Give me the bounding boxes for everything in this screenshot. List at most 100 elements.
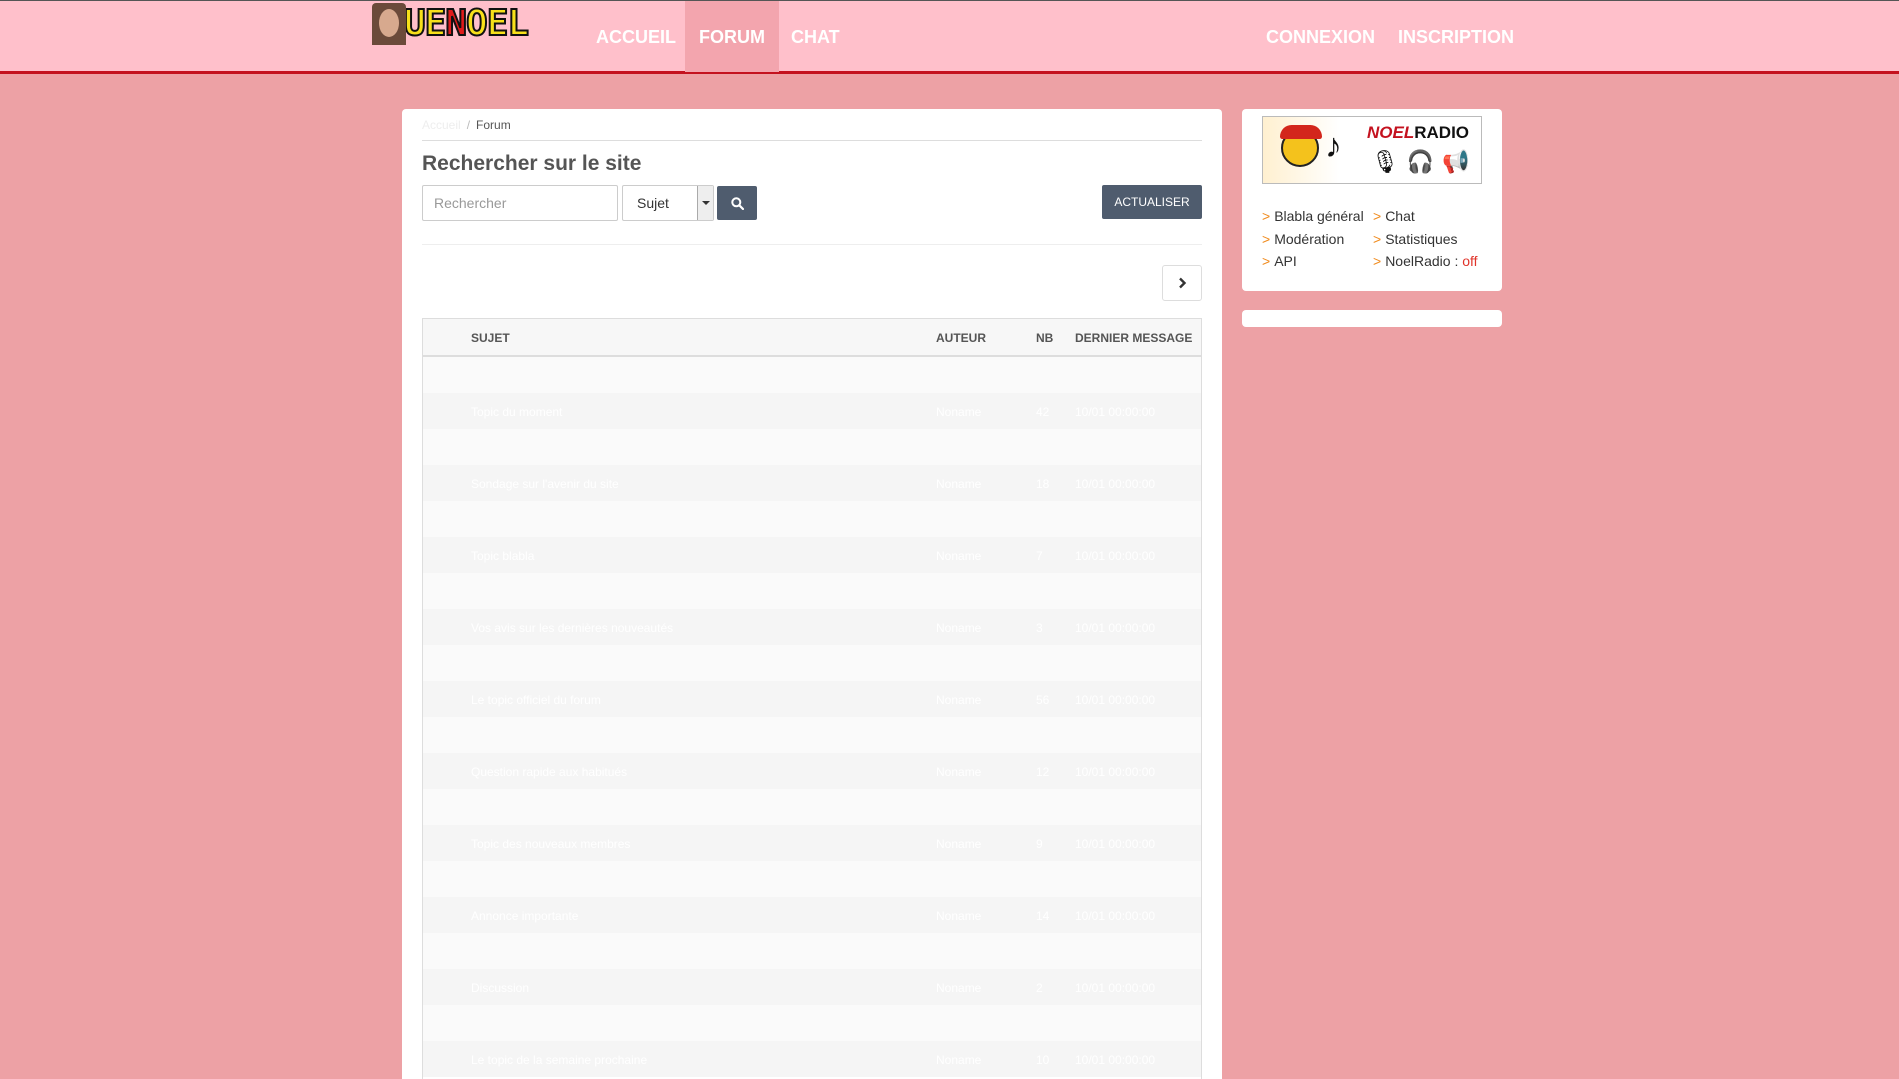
- topic-last-message: 10/01 00:00:00: [1075, 837, 1156, 851]
- nav-forum[interactable]: FORUM: [685, 1, 779, 72]
- topic-last-message: 10/01 00:00:00: [1075, 765, 1156, 779]
- topic-last-message: 10/01 00:00:00: [1075, 1053, 1156, 1067]
- topic-subject[interactable]: Annonce importante: [471, 909, 578, 923]
- search-scope-select[interactable]: Sujet: [622, 185, 714, 221]
- topic-count: 10: [1036, 1053, 1050, 1067]
- table-row[interactable]: [423, 645, 1201, 681]
- topic-subject[interactable]: Sondage sur l'avenir du site: [471, 477, 619, 491]
- chevron-down-icon[interactable]: [697, 186, 713, 220]
- sidebar-link-statistiques[interactable]: > Statistiques: [1373, 231, 1458, 247]
- col-subject[interactable]: SUJET: [471, 331, 510, 345]
- table-row[interactable]: [423, 501, 1201, 537]
- topic-author[interactable]: Noname: [936, 765, 981, 779]
- logo-wordmark: UENOEL: [403, 2, 530, 45]
- mic-headphones-megaphone-icon: 🎙🎧📢: [1371, 149, 1478, 174]
- search-icon: [730, 196, 744, 210]
- site-logo[interactable]: UENOEL: [372, 1, 572, 46]
- nav-accueil[interactable]: ACCUEIL: [582, 1, 690, 72]
- nav-connexion[interactable]: CONNEXION: [1252, 1, 1389, 72]
- top-nav: UENOEL ACCUEIL FORUM CHAT CONNEXION INSC…: [0, 0, 1899, 74]
- table-row[interactable]: [423, 429, 1201, 465]
- topic-count: 14: [1036, 909, 1050, 923]
- topic-author[interactable]: Noname: [936, 837, 981, 851]
- topic-author[interactable]: Noname: [936, 909, 981, 923]
- topic-count: 56: [1036, 693, 1050, 707]
- sidebar-link-api[interactable]: > API: [1262, 253, 1297, 269]
- topic-count: 2: [1036, 981, 1043, 995]
- topic-last-message: 10/01 00:00:00: [1075, 981, 1156, 995]
- search-button[interactable]: [717, 186, 757, 220]
- table-row[interactable]: Vos avis sur les dernières nouveautés Non…: [423, 609, 1201, 645]
- divider: [422, 244, 1202, 245]
- nav-chat[interactable]: CHAT: [777, 1, 854, 72]
- next-page-button[interactable]: [1162, 265, 1202, 301]
- table-row[interactable]: Annonce importante Noname 14 10/01 00:00:00: [423, 897, 1201, 933]
- table-row[interactable]: Topic blabla Noname 7 10/01 00:00:00: [423, 537, 1201, 573]
- topic-count: 12: [1036, 765, 1050, 779]
- topic-subject[interactable]: Topic blabla: [471, 549, 534, 563]
- table-row[interactable]: [423, 789, 1201, 825]
- col-author[interactable]: AUTEUR: [936, 331, 986, 345]
- music-note-icon: ♪: [1325, 127, 1342, 165]
- topic-author[interactable]: Noname: [936, 1053, 981, 1067]
- topic-count: 9: [1036, 837, 1043, 851]
- topic-subject[interactable]: Topic du moment: [471, 405, 562, 419]
- table-row[interactable]: Le topic de la semaine prochaine Noname 10…: [423, 1041, 1201, 1077]
- topic-last-message: 10/01 00:00:00: [1075, 477, 1156, 491]
- sidebar-link-moderation[interactable]: > Modération: [1262, 231, 1344, 247]
- topic-last-message: 10/01 00:00:00: [1075, 405, 1156, 419]
- noelradio-banner[interactable]: ♪ NOELRADIO 🎙🎧📢: [1262, 116, 1482, 184]
- topic-last-message: 10/01 00:00:00: [1075, 909, 1156, 923]
- col-count[interactable]: NB: [1036, 331, 1053, 345]
- sidebar-link-blabla[interactable]: > Blabla général: [1262, 208, 1364, 224]
- refresh-button[interactable]: ACTUALISER: [1102, 185, 1202, 219]
- topic-author[interactable]: Noname: [936, 477, 981, 491]
- table-row[interactable]: Le topic officiel du forum Noname 56 10/01 …: [423, 681, 1201, 717]
- topic-subject[interactable]: Le topic officiel du forum: [471, 693, 601, 707]
- sidebar-link-chat[interactable]: > Chat: [1373, 208, 1415, 224]
- table-row[interactable]: Question rapide aux habitués Noname 12 10/0…: [423, 753, 1201, 789]
- topic-author[interactable]: Noname: [936, 405, 981, 419]
- radio-title: NOELRADIO: [1367, 123, 1470, 142]
- nav-inscription[interactable]: INSCRIPTION: [1384, 1, 1528, 72]
- topic-subject[interactable]: Discussion: [471, 981, 529, 995]
- topic-count: 3: [1036, 621, 1043, 635]
- breadcrumb-current: Forum: [476, 118, 511, 132]
- table-header: SUJET AUTEUR NB DERNIER MESSAGE: [423, 319, 1201, 357]
- topics-table: SUJET AUTEUR NB DERNIER MESSAGE Topic du…: [422, 318, 1202, 1079]
- topic-author[interactable]: Noname: [936, 549, 981, 563]
- topic-subject[interactable]: Question rapide aux habitués: [471, 765, 627, 779]
- topic-last-message: 10/01 00:00:00: [1075, 549, 1156, 563]
- sidebar-panel-secondary: [1242, 310, 1502, 327]
- topic-count: 42: [1036, 405, 1050, 419]
- table-row[interactable]: Sondage sur l'avenir du site Noname 18 10/0…: [423, 465, 1201, 501]
- topic-subject[interactable]: Vos avis sur les dernières nouveautés: [471, 621, 673, 635]
- topic-subject[interactable]: Topic des nouveaux membres: [471, 837, 630, 851]
- table-row[interactable]: [423, 1005, 1201, 1041]
- topic-count: 7: [1036, 549, 1043, 563]
- table-body: Topic du moment Noname 42 10/01 00:00:00 Son…: [423, 357, 1201, 1077]
- col-last-message[interactable]: DERNIER MESSAGE: [1075, 331, 1192, 345]
- table-row[interactable]: Topic du moment Noname 42 10/01 00:00:00: [423, 393, 1201, 429]
- breadcrumb-home[interactable]: Accueil: [422, 118, 461, 132]
- sidebar-link-noelradio[interactable]: > NoelRadio : off: [1373, 253, 1478, 269]
- table-row[interactable]: [423, 933, 1201, 969]
- forum-panel: Accueil / Forum Rechercher sur le site Suj…: [402, 109, 1222, 1079]
- chevron-right-icon: [1179, 277, 1187, 289]
- topic-author[interactable]: Noname: [936, 621, 981, 635]
- topic-author[interactable]: Noname: [936, 693, 981, 707]
- search-input[interactable]: [422, 185, 618, 221]
- topic-author[interactable]: Noname: [936, 981, 981, 995]
- logo-avatar: [372, 2, 406, 45]
- santa-smiley-icon: [1280, 125, 1322, 167]
- topic-count: 18: [1036, 477, 1050, 491]
- table-row[interactable]: Topic des nouveaux membres Noname 9 10/01 0…: [423, 825, 1201, 861]
- table-row[interactable]: [423, 861, 1201, 897]
- table-row[interactable]: [423, 357, 1201, 393]
- table-row[interactable]: [423, 573, 1201, 609]
- table-row[interactable]: [423, 717, 1201, 753]
- radio-status: off: [1462, 253, 1478, 269]
- breadcrumb: Accueil / Forum: [422, 118, 1202, 141]
- table-row[interactable]: Discussion Noname 2 10/01 00:00:00: [423, 969, 1201, 1005]
- topic-subject[interactable]: Le topic de la semaine prochaine: [471, 1053, 647, 1067]
